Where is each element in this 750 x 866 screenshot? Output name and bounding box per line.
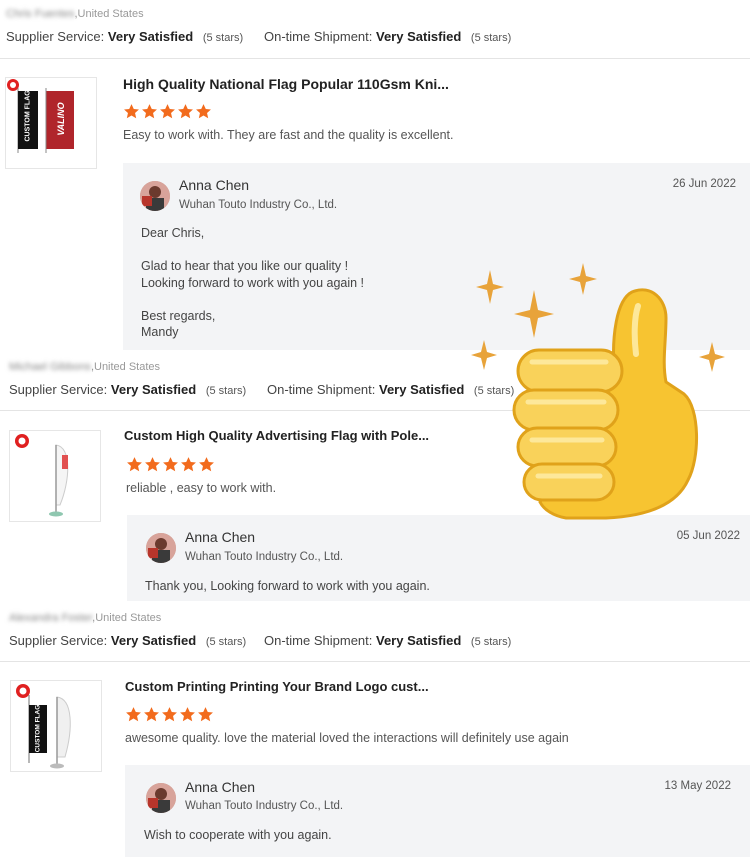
shipment-stars: (5 stars): [473, 385, 515, 397]
product-title-link[interactable]: Custom Printing Printing Your Brand Logo…: [125, 679, 429, 694]
reviewer-line: Chris Fuentes,United States: [6, 8, 144, 20]
shipment-group: On-time Shipment: Very Satisfied (5 star…: [264, 29, 511, 44]
ratings-line: Supplier Service: Very Satisfied (5 star…: [6, 29, 746, 47]
reviewer-country: ,United States: [74, 8, 144, 20]
ratings-line: Supplier Service: Very Satisfied (5 star…: [9, 382, 749, 400]
ratings-line: Supplier Service: Very Satisfied (5 star…: [9, 633, 749, 651]
reviewer-country: ,United States: [92, 612, 162, 624]
star-rating: [125, 706, 215, 724]
reviewer-country: ,United States: [90, 361, 161, 373]
supplier-service-stars: (5 stars): [205, 636, 247, 648]
star-icon: [199, 457, 214, 472]
review-comment: awesome quality. love the material loved…: [125, 731, 569, 745]
reply-company: Wuhan Touto Industry Co., Ltd.: [185, 800, 344, 812]
star-icon: [127, 457, 142, 472]
shipment-group: On-time Shipment: Very Satisfied (5 star…: [264, 633, 511, 648]
reply-text: Thank you, Looking forward to work with …: [145, 579, 430, 593]
reviewer-line: Michael Gibbons,United States: [9, 361, 160, 373]
supplier-service-value: Very Satisfied: [110, 633, 197, 648]
star-icon: [178, 104, 193, 119]
avatar: [146, 533, 176, 563]
star-icon: [180, 707, 195, 722]
reply-date: 26 Jun 2022: [672, 178, 736, 190]
shipment-label: On-time Shipment:: [267, 382, 376, 397]
supplier-service-stars: (5 stars): [202, 32, 244, 44]
review-comment: reliable , easy to work with.: [126, 481, 277, 495]
reply-author-name: Anna Chen: [185, 779, 256, 795]
supplier-service-label: Supplier Service:: [9, 382, 108, 397]
shipment-label: On-time Shipment:: [264, 633, 373, 648]
reply-date: 05 Jun 2022: [676, 530, 740, 542]
star-rating: [126, 456, 216, 474]
thumb-label-2: VALINO: [56, 102, 66, 136]
feather-flag-product-image: [15, 434, 69, 517]
supplier-service-value: Very Satisfied: [107, 29, 194, 44]
star-icon: [162, 707, 177, 722]
supplier-reply: Anna Chen Wuhan Touto Industry Co., Ltd.…: [125, 765, 750, 857]
divider: [0, 58, 750, 59]
product-thumbnail[interactable]: CUSTOM FLAG VALINO: [5, 77, 97, 169]
supplier-service-value: Very Satisfied: [110, 382, 197, 397]
reply-text: Wish to cooperate with you again.: [144, 828, 332, 842]
avatar: [146, 783, 176, 813]
shipment-group: On-time Shipment: Very Satisfied (5 star…: [267, 382, 514, 397]
supplier-service-label: Supplier Service:: [6, 29, 105, 44]
star-icon: [163, 457, 178, 472]
flag-product-image: [7, 79, 74, 153]
star-icon: [145, 457, 160, 472]
shipment-stars: (5 stars): [470, 32, 512, 44]
reviewer-line: Alexandra Foster,United States: [9, 612, 161, 624]
product-title-link[interactable]: Custom High Quality Advertising Flag wit…: [124, 428, 429, 443]
thumb-label-1: CUSTOM FLAG: [24, 90, 32, 142]
reviewer-name: Michael Gibbons: [9, 361, 91, 373]
star-icon: [142, 104, 157, 119]
reply-company: Wuhan Touto Industry Co., Ltd.: [179, 199, 338, 211]
star-icon: [181, 457, 196, 472]
star-icon: [198, 707, 213, 722]
shipment-label: On-time Shipment:: [264, 29, 373, 44]
supplier-reply: Anna Chen Wuhan Touto Industry Co., Ltd.…: [123, 163, 750, 350]
product-title-link[interactable]: High Quality National Flag Popular 110Gs…: [123, 76, 449, 92]
star-icon: [144, 707, 159, 722]
shipment-value: Very Satisfied: [376, 633, 462, 648]
reply-company: Wuhan Touto Industry Co., Ltd.: [185, 551, 344, 563]
reply-date: 13 May 2022: [664, 780, 732, 792]
supplier-service-label: Supplier Service:: [9, 633, 108, 648]
supplier-service-stars: (5 stars): [205, 385, 247, 397]
reviewer-name: Alexandra Foster: [9, 612, 93, 624]
star-rating: [123, 103, 213, 121]
star-icon: [160, 104, 175, 119]
supplier-reply: Anna Chen Wuhan Touto Industry Co., Ltd.…: [127, 515, 750, 601]
thumb-label-1: CUSTOM FLAG: [34, 704, 42, 753]
reply-author-name: Anna Chen: [185, 529, 256, 545]
shipment-value: Very Satisfied: [379, 382, 465, 397]
avatar: [140, 181, 170, 211]
divider: [0, 410, 750, 411]
star-icon: [126, 707, 141, 722]
divider: [0, 661, 750, 662]
reply-author-name: Anna Chen: [179, 177, 250, 193]
product-thumbnail[interactable]: CUSTOM FLAG: [10, 680, 102, 772]
flag-product-image: [16, 684, 71, 769]
reply-text: Dear Chris, Glad to hear that you like o…: [141, 226, 365, 339]
product-thumbnail[interactable]: [9, 430, 101, 522]
star-icon: [196, 104, 211, 119]
review-comment: Easy to work with. They are fast and the…: [123, 128, 454, 142]
star-icon: [124, 104, 139, 119]
reviewer-name: Chris Fuentes: [6, 8, 75, 20]
shipment-value: Very Satisfied: [376, 29, 462, 44]
shipment-stars: (5 stars): [470, 636, 512, 648]
